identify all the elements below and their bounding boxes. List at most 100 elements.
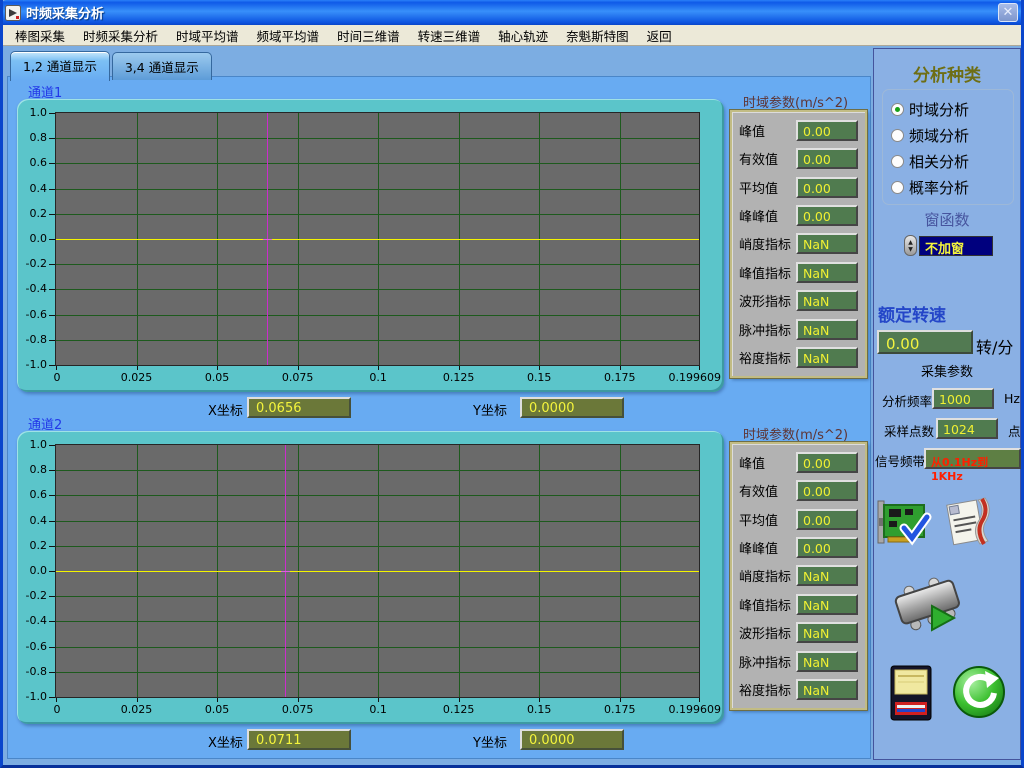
rated-speed-input[interactable]: 0.00 <box>877 330 973 354</box>
x-axis-label: 0.199609 <box>669 703 722 716</box>
menu-item-5[interactable]: 转速三维谱 <box>409 24 490 47</box>
y-axis-tick <box>49 621 55 622</box>
y-axis-label: 1.0 <box>30 438 48 451</box>
y-axis-label: -0.6 <box>26 307 47 320</box>
radio-option-1[interactable]: 频域分析 <box>891 122 1013 148</box>
analysis-frequency-unit: Hz <box>1004 391 1020 406</box>
run-chip-button[interactable] <box>894 576 962 640</box>
param-value: NaN <box>796 233 858 254</box>
x-axis-tick <box>620 698 621 702</box>
x-axis-tick <box>217 366 218 370</box>
menu-item-6[interactable]: 轴心轨迹 <box>489 24 557 47</box>
x-axis-tick <box>217 698 218 702</box>
cursor-marker <box>263 239 272 240</box>
menu-item-2[interactable]: 时域平均谱 <box>167 24 248 47</box>
param-label: 峰值 <box>739 453 765 472</box>
analysis-type-group: 时域分析频域分析相关分析概率分析 <box>882 89 1014 205</box>
signal-band-label: 信号频带 <box>875 451 925 470</box>
param-label: 峰峰值 <box>739 206 778 225</box>
x-axis-tick <box>378 698 379 702</box>
y-axis-label: 1.0 <box>30 106 48 119</box>
waveform-plot[interactable]: 1.00.80.60.40.20.0-0.2-0.4-0.6-0.8-1.000… <box>55 112 700 366</box>
y-axis-tick <box>49 138 55 139</box>
time-domain-params-panel: 峰值0.00有效值0.00平均值0.00峰峰值0.00峭度指标NaN峰值指标Na… <box>730 110 867 378</box>
menu-item-0[interactable]: 棒图采集 <box>6 24 74 47</box>
x-axis-label: 0.025 <box>121 703 153 716</box>
signal-band-row: 信号频带 从0.1Hz到1KHz <box>875 448 1021 470</box>
x-axis-label: 0.125 <box>443 371 475 384</box>
title-bar: 时频采集分析 ✕ <box>0 0 1024 25</box>
y-axis-tick <box>49 340 55 341</box>
menu-item-4[interactable]: 时间三维谱 <box>328 24 409 47</box>
signal-trace <box>56 239 699 240</box>
control-sidebar: 分析种类 时域分析频域分析相关分析概率分析 窗函数 ▲▼ 不加窗 额定转速 0.… <box>873 48 1021 760</box>
param-row: 波形指标NaN <box>739 290 858 312</box>
tab-1[interactable]: 3,4 通道显示 <box>112 52 212 80</box>
param-label: 有效值 <box>739 481 778 500</box>
chart-frame: 1.00.80.60.40.20.0-0.2-0.4-0.6-0.8-1.000… <box>17 431 724 724</box>
y-coord-value[interactable]: 0.0000 <box>520 397 624 418</box>
param-label: 有效值 <box>739 149 778 168</box>
param-value: 0.00 <box>796 177 858 198</box>
param-label: 峰值指标 <box>739 595 791 614</box>
param-row: 峰峰值0.00 <box>739 537 858 559</box>
x-axis-label: 0 <box>54 703 61 716</box>
y-axis-tick <box>49 163 55 164</box>
param-row: 脉冲指标NaN <box>739 650 858 672</box>
radio-label: 频域分析 <box>909 125 969 146</box>
param-value: NaN <box>796 594 858 615</box>
x-axis-tick <box>137 698 138 702</box>
time-domain-params-title: 时域参数(m/s^2) <box>743 424 848 443</box>
y-axis-label: -0.4 <box>26 282 47 295</box>
param-row: 平均值0.00 <box>739 176 858 198</box>
x-axis-label: 0.125 <box>443 703 475 716</box>
x-axis-label: 0.075 <box>282 371 314 384</box>
param-row: 有效值0.00 <box>739 148 858 170</box>
window-function-combo[interactable]: ▲▼ 不加窗 <box>904 235 993 256</box>
window-function-value[interactable]: 不加窗 <box>919 236 993 256</box>
x-axis-label: 0.175 <box>604 703 636 716</box>
radio-option-2[interactable]: 相关分析 <box>891 148 1013 174</box>
menu-item-8[interactable]: 返回 <box>638 24 681 47</box>
menu-item-7[interactable]: 奈魁斯特图 <box>557 24 638 47</box>
reset-button[interactable] <box>952 665 1006 723</box>
param-value: NaN <box>796 622 858 643</box>
x-axis-tick <box>459 698 460 702</box>
y-coord-value[interactable]: 0.0000 <box>520 729 624 750</box>
y-axis-label: -0.2 <box>26 589 47 602</box>
time-domain-params-title: 时域参数(m/s^2) <box>743 92 848 111</box>
y-axis-label: 0.6 <box>30 488 48 501</box>
y-axis-label: -0.8 <box>26 665 47 678</box>
param-row: 峰峰值0.00 <box>739 205 858 227</box>
y-axis-label: 0.8 <box>30 463 48 476</box>
analysis-frequency-input[interactable]: 1000 <box>932 388 994 409</box>
waveform-plot[interactable]: 1.00.80.60.40.20.0-0.2-0.4-0.6-0.8-1.000… <box>55 444 700 698</box>
radio-option-3[interactable]: 概率分析 <box>891 174 1013 200</box>
x-axis-tick <box>378 366 379 370</box>
save-button[interactable] <box>888 664 934 726</box>
x-axis-label: 0.05 <box>205 703 230 716</box>
x-axis-label: 0.15 <box>527 371 552 384</box>
x-coord-value[interactable]: 0.0711 <box>247 729 351 750</box>
x-coord-value[interactable]: 0.0656 <box>247 397 351 418</box>
y-axis-label: -0.2 <box>26 257 47 270</box>
y-axis-label: 0.4 <box>30 513 48 526</box>
sample-points-label: 采样点数 <box>884 421 934 440</box>
spinner-icon[interactable]: ▲▼ <box>904 235 917 256</box>
y-axis-label: -1.0 <box>26 690 47 703</box>
param-value: NaN <box>796 319 858 340</box>
x-axis-tick <box>137 366 138 370</box>
close-button[interactable]: ✕ <box>998 3 1018 22</box>
rated-speed-unit: 转/分 <box>976 334 1013 358</box>
tab-0[interactable]: 1,2 通道显示 <box>10 51 110 81</box>
report-button[interactable] <box>940 496 994 552</box>
menu-item-3[interactable]: 频域平均谱 <box>248 24 329 47</box>
menu-item-1[interactable]: 时频采集分析 <box>74 24 167 47</box>
chart-frame: 1.00.80.60.40.20.0-0.2-0.4-0.6-0.8-1.000… <box>17 99 724 392</box>
x-axis-tick <box>56 698 57 702</box>
param-label: 峭度指标 <box>739 234 791 253</box>
sample-points-input[interactable]: 1024 <box>936 418 998 439</box>
y-axis-tick <box>49 214 55 215</box>
radio-option-0[interactable]: 时域分析 <box>891 96 1013 122</box>
daq-card-button[interactable] <box>876 498 932 554</box>
